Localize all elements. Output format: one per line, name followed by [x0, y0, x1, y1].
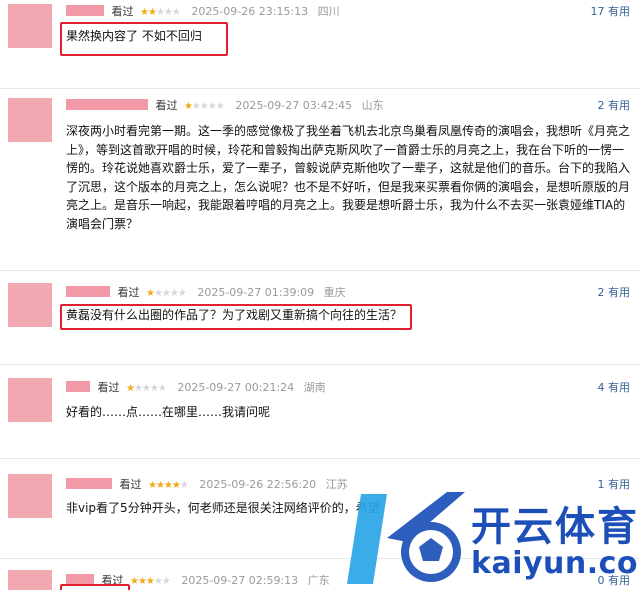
- review-location: 四川: [317, 5, 340, 18]
- useful-count[interactable]: 2 有用: [598, 285, 631, 301]
- username-redacted[interactable]: [66, 478, 112, 489]
- rating-stars: ★★★★★: [184, 101, 225, 112]
- rating-stars: ★★★★★: [126, 383, 167, 394]
- useful-count[interactable]: 4 有用: [598, 380, 631, 396]
- watermark-k-logo-icon: [347, 492, 465, 584]
- review-text: 果然换内容了 不如不回归: [66, 29, 202, 43]
- avatar[interactable]: [8, 474, 52, 518]
- watermark-brand: 开云体育: [471, 504, 639, 550]
- review-divider: [0, 458, 640, 459]
- review-time: 2025-09-27 01:39:09: [197, 286, 315, 299]
- watched-label: 看过: [119, 478, 142, 491]
- avatar[interactable]: [8, 283, 52, 327]
- review-time: 2025-09-27 02:59:13: [181, 574, 299, 587]
- rating-stars: ★★★★★: [146, 288, 187, 299]
- review-text: 深夜两小时看完第一期。这一季的感觉像极了我坐着飞机去北京鸟巢看凤凰传奇的演唱会，…: [66, 124, 631, 231]
- watermark-domain: kaiyun.com: [471, 546, 640, 581]
- avatar[interactable]: [8, 378, 52, 422]
- watermark-logo: 开云体育 kaiyun.com: [343, 488, 640, 590]
- rating-stars: ★★★★★: [140, 7, 181, 18]
- avatar[interactable]: [8, 4, 52, 48]
- review-divider: [0, 270, 640, 271]
- watched-label: 看过: [155, 99, 178, 112]
- review-meta: 看过 ★★★★★ 2025-09-27 03:42:45 山东: [66, 98, 384, 114]
- review-list-page: 看过 ★★★★★ 2025-09-26 23:15:13 四川 17 有用 果然…: [0, 0, 640, 590]
- watched-label: 看过: [97, 381, 120, 394]
- username-redacted[interactable]: [66, 286, 110, 297]
- username-redacted[interactable]: [66, 99, 148, 110]
- review-time: 2025-09-26 22:56:20: [199, 478, 317, 491]
- review-meta: 看过 ★★★★★ 2025-09-27 00:21:24 湖南: [66, 380, 326, 396]
- username-redacted[interactable]: [66, 5, 104, 16]
- review-time: 2025-09-26 23:15:13: [191, 5, 309, 18]
- review-time: 2025-09-27 00:21:24: [177, 381, 295, 394]
- username-redacted[interactable]: [66, 381, 90, 392]
- watched-label: 看过: [117, 286, 140, 299]
- highlight-box: [60, 584, 130, 590]
- review-location: 山东: [361, 99, 384, 112]
- review-text: 好看的……点……在哪里……我请问呢: [66, 405, 271, 419]
- review-meta: 看过 ★★★★★ 2025-09-27 01:39:09 重庆: [66, 285, 346, 301]
- review-location: 广东: [307, 574, 330, 587]
- review-text: 黄磊没有什么出圈的作品了？为了戏剧又重新搞个向往的生活？: [66, 308, 403, 322]
- review-meta: 看过 ★★★★★ 2025-09-26 22:56:20 江苏: [66, 477, 348, 493]
- rating-stars: ★★★★★: [148, 480, 189, 491]
- avatar[interactable]: [8, 570, 52, 590]
- review-time: 2025-09-27 03:42:45: [235, 99, 353, 112]
- rating-stars: ★★★★★: [130, 576, 171, 587]
- review-divider: [0, 364, 640, 365]
- review-location: 重庆: [323, 286, 346, 299]
- review-divider: [0, 88, 640, 89]
- avatar[interactable]: [8, 98, 52, 142]
- review-location: 湖南: [303, 381, 326, 394]
- useful-count[interactable]: 17 有用: [591, 4, 631, 20]
- useful-count[interactable]: 2 有用: [598, 98, 631, 114]
- watched-label: 看过: [111, 5, 134, 18]
- review-meta: 看过 ★★★★★ 2025-09-26 23:15:13 四川: [66, 4, 340, 20]
